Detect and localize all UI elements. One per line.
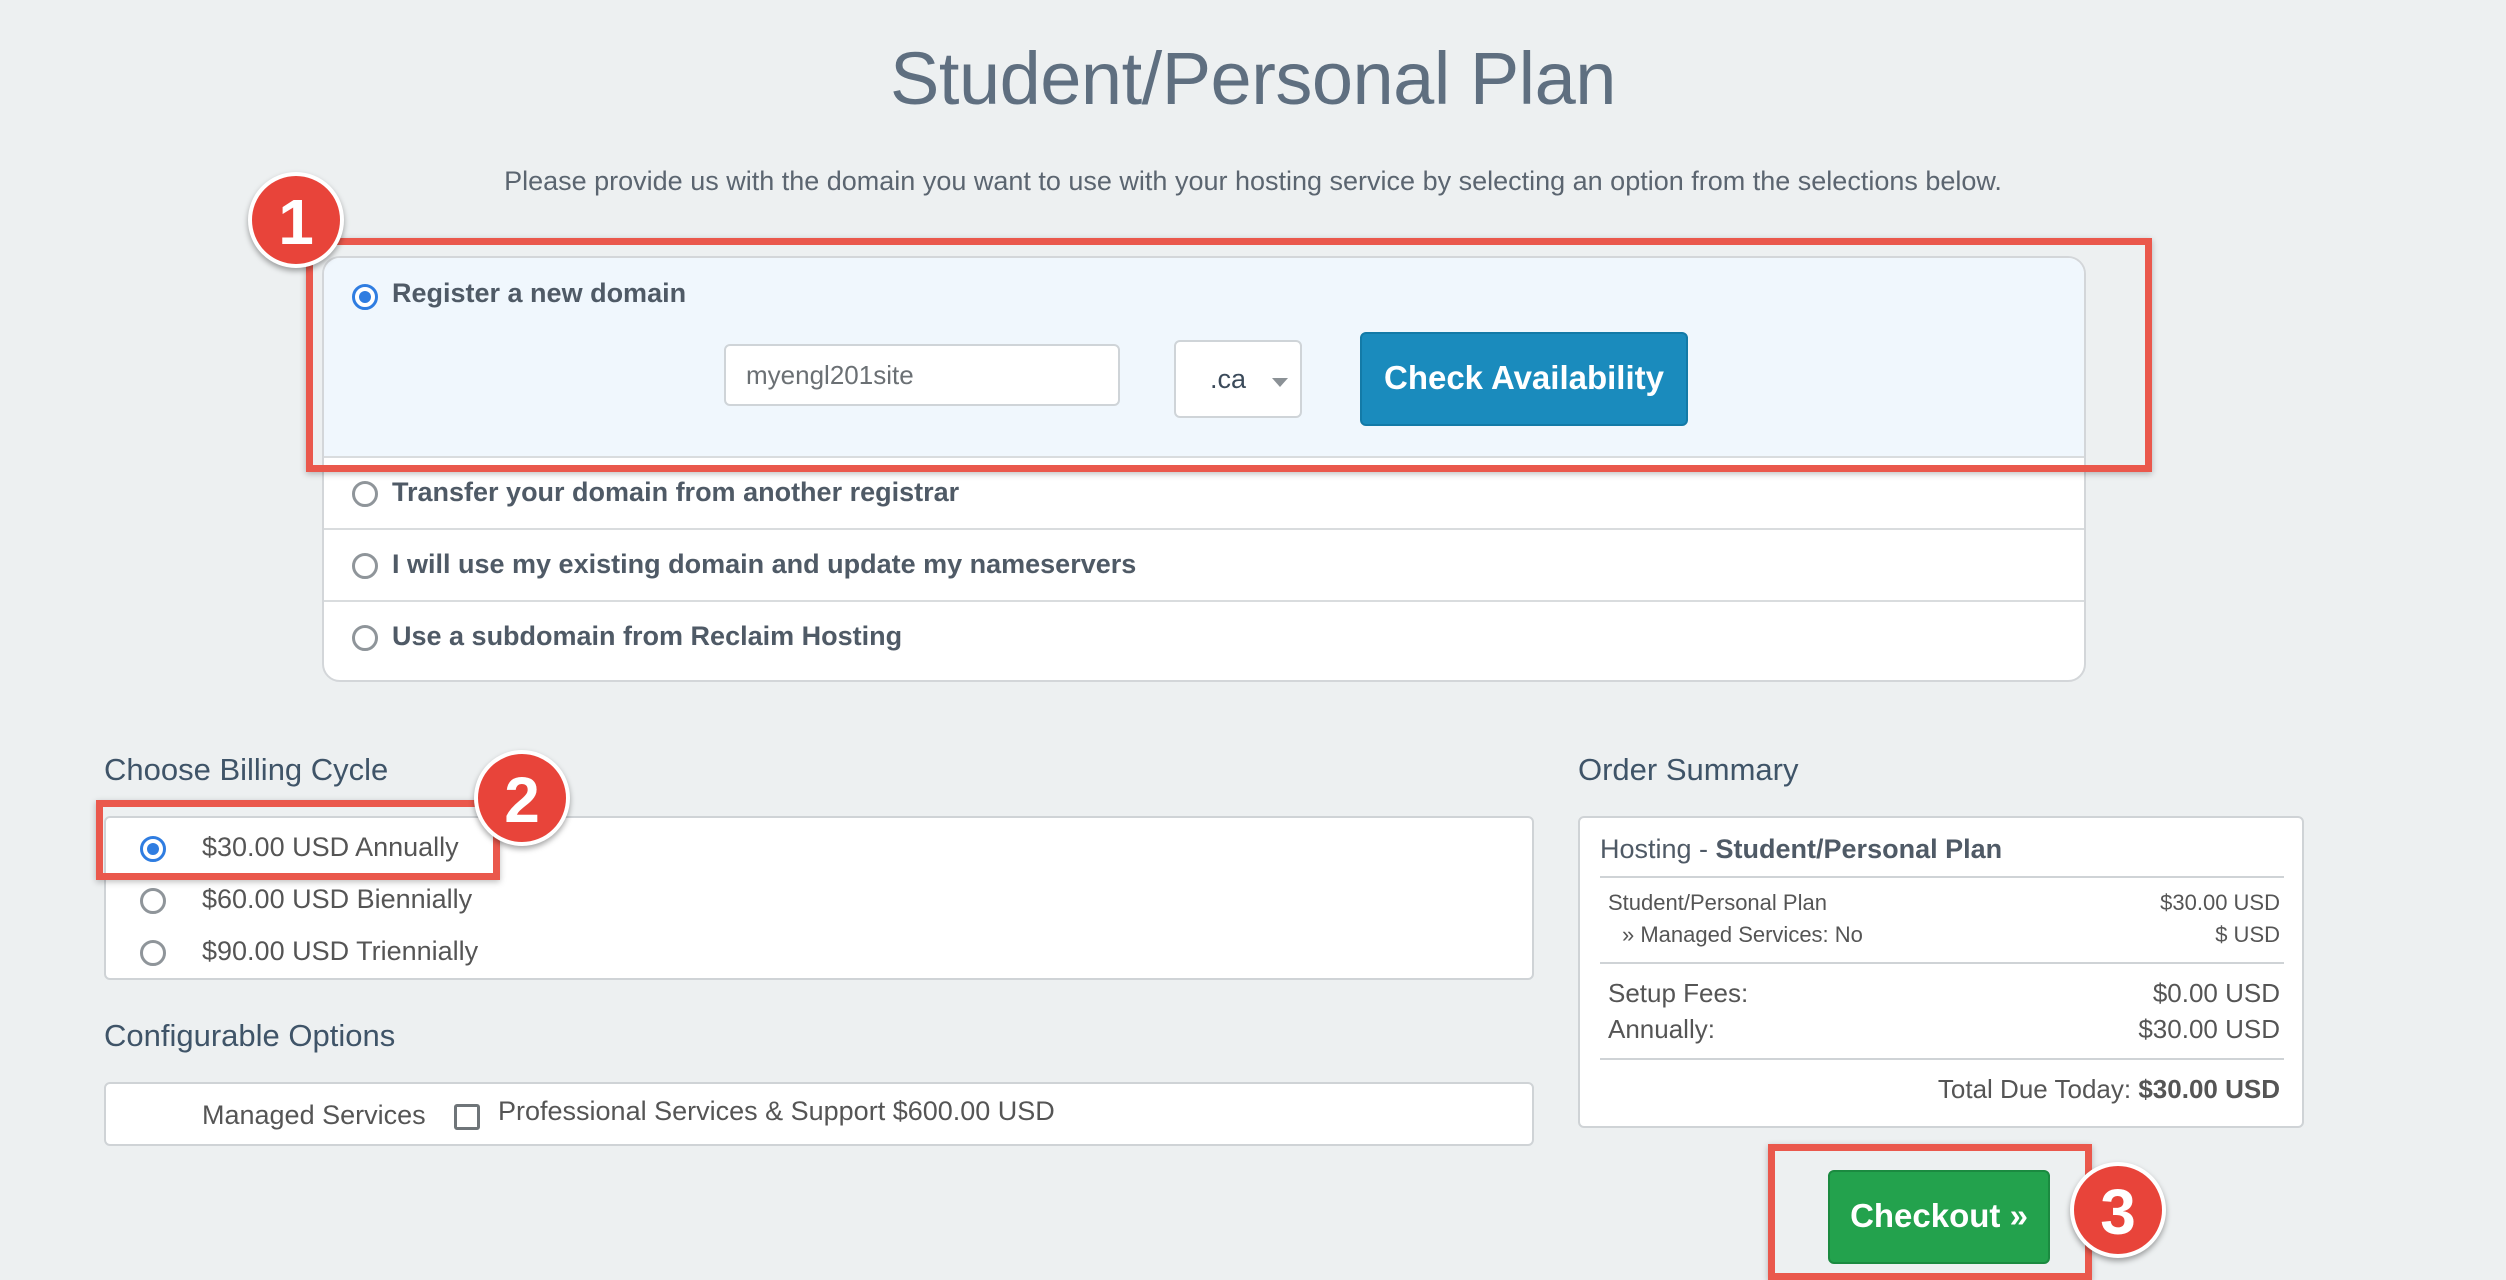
highlight-box-checkout <box>1768 1144 2092 1280</box>
annually-label: Annually: <box>1608 1014 1715 1044</box>
billing-cycle-heading: Choose Billing Cycle <box>104 752 389 787</box>
radio-subdomain[interactable] <box>352 625 378 651</box>
summary-divider <box>1600 876 2284 878</box>
total-due-value: $30.00 USD <box>2138 1074 2280 1104</box>
summary-divider <box>1600 962 2284 964</box>
total-due-label: Total Due Today: <box>1937 1074 2132 1104</box>
option-existing-domain[interactable]: I will use my existing domain and update… <box>324 530 2084 602</box>
setup-fees-value: $0.00 USD <box>2152 978 2280 1008</box>
setup-fees-label: Setup Fees: <box>1608 978 1749 1008</box>
summary-product-prefix: Hosting - <box>1600 834 1716 864</box>
summary-divider <box>1600 1058 2284 1060</box>
step-badge-1: 1 <box>248 172 344 268</box>
managed-services-label: Managed Services <box>202 1100 426 1130</box>
option-subdomain[interactable]: Use a subdomain from Reclaim Hosting <box>324 602 2084 674</box>
radio-existing-domain[interactable] <box>352 553 378 579</box>
professional-services-checkbox[interactable] <box>454 1104 480 1130</box>
page-subtitle: Please provide us with the domain you wa… <box>504 166 2002 196</box>
configurable-options-heading: Configurable Options <box>104 1018 396 1053</box>
summary-line-label: Student/Personal Plan <box>1608 890 1827 915</box>
option-label: Transfer your domain from another regist… <box>392 477 960 507</box>
page-title: Student/Personal Plan <box>890 37 1616 120</box>
summary-line-value: $30.00 USD <box>2160 890 2280 915</box>
step-badge-3: 3 <box>2070 1162 2166 1258</box>
billing-option-label[interactable]: $90.00 USD Triennially <box>202 936 478 967</box>
option-label: I will use my existing domain and update… <box>392 549 1137 579</box>
summary-product-title: Hosting - Student/Personal Plan <box>1600 834 2002 865</box>
summary-line-label: » Managed Services: No <box>1622 922 1863 947</box>
highlight-box-billing <box>96 800 500 880</box>
order-summary-heading: Order Summary <box>1578 752 1799 787</box>
radio-triennially[interactable] <box>140 940 166 966</box>
order-summary-panel: Hosting - Student/Personal Plan Student/… <box>1578 816 2304 1128</box>
professional-services-label[interactable]: Professional Services & Support $600.00 … <box>498 1096 1055 1127</box>
step-badge-2: 2 <box>474 750 570 846</box>
total-due-row: Total Due Today: $30.00 USD <box>1938 1074 2280 1105</box>
annually-value: $30.00 USD <box>2138 1014 2280 1044</box>
configurable-options-panel: Managed Services Professional Services &… <box>104 1082 1534 1146</box>
summary-product-name: Student/Personal Plan <box>1715 834 2003 864</box>
highlight-box-domain <box>306 238 2152 472</box>
radio-biennially[interactable] <box>140 888 166 914</box>
billing-option-label[interactable]: $60.00 USD Biennially <box>202 884 472 915</box>
summary-line-value: $ USD <box>2215 922 2280 947</box>
radio-transfer-domain[interactable] <box>352 481 378 507</box>
option-label: Use a subdomain from Reclaim Hosting <box>392 621 903 651</box>
